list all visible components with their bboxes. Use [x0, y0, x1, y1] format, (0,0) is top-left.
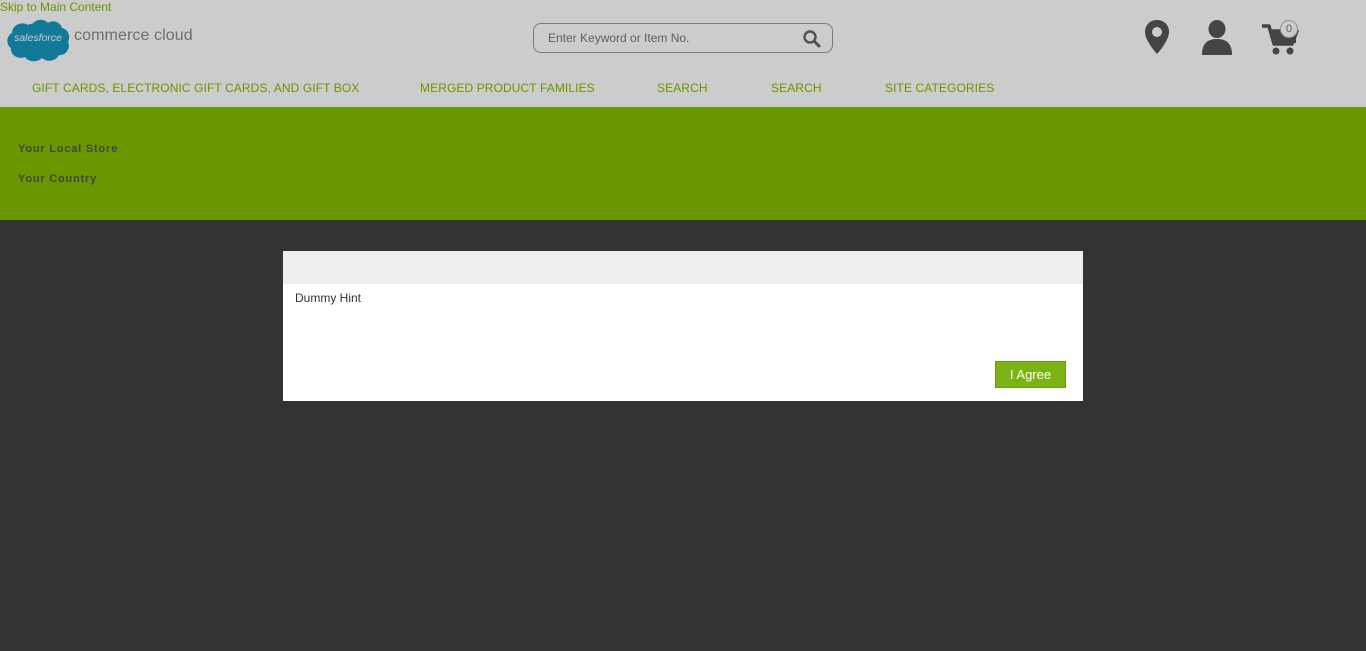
dialog-titlebar: [283, 251, 1083, 284]
dialog-message: Dummy Hint: [295, 291, 362, 305]
hint-dialog: Dummy Hint I Agree: [283, 251, 1083, 401]
agree-button[interactable]: I Agree: [995, 361, 1066, 388]
overlay-top: [0, 0, 1366, 220]
